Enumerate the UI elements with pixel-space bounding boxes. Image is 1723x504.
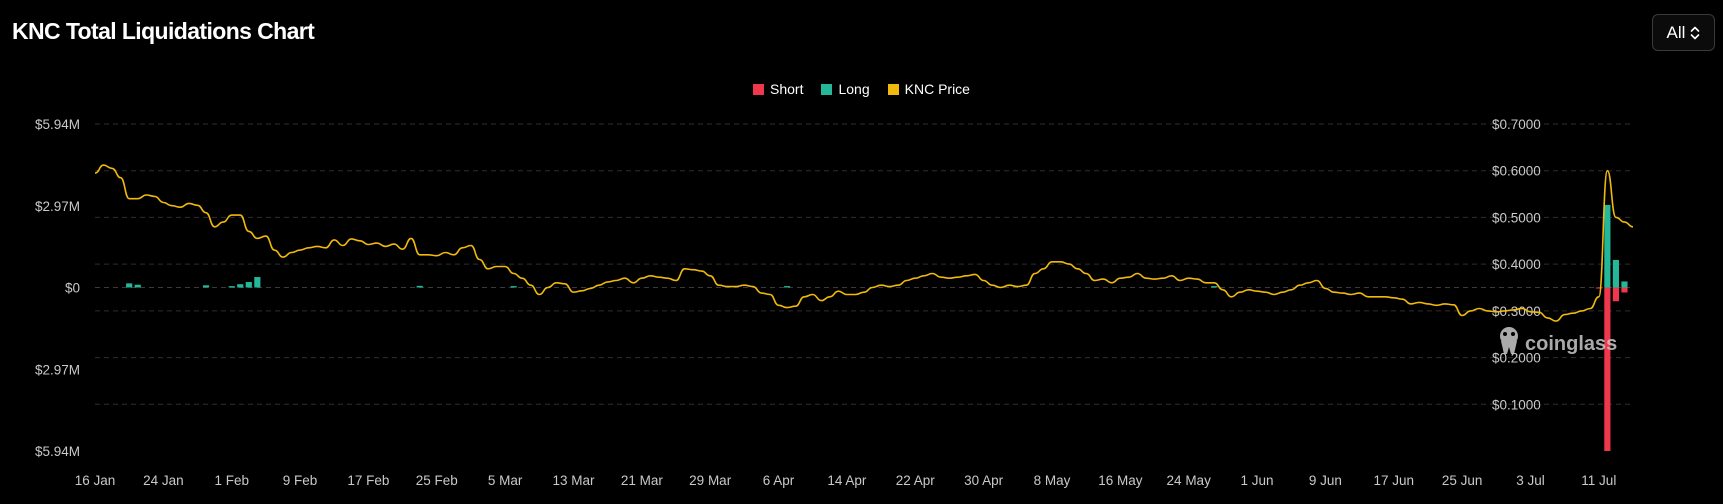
long-bar[interactable] bbox=[1604, 204, 1611, 288]
x-axis-tick: 14 Apr bbox=[827, 473, 867, 488]
chart-grid bbox=[95, 123, 1633, 405]
short-bar[interactable] bbox=[1604, 287, 1611, 452]
watermark-text: coinglass bbox=[1525, 333, 1617, 355]
x-axis-tick: 3 Jul bbox=[1516, 473, 1545, 488]
long-bar[interactable] bbox=[1621, 281, 1628, 288]
x-axis-tick: 6 Apr bbox=[763, 473, 795, 488]
x-axis-tick: 21 Mar bbox=[621, 473, 664, 488]
long-bar[interactable] bbox=[416, 285, 423, 288]
price-line[interactable] bbox=[94, 164, 1634, 322]
long-bar[interactable] bbox=[510, 286, 517, 288]
x-axis-tick: 1 Feb bbox=[214, 473, 249, 488]
x-axis-tick: 5 Mar bbox=[488, 473, 523, 488]
right-axis-tick: $0.5000 bbox=[1492, 210, 1541, 225]
long-bar[interactable] bbox=[228, 286, 235, 288]
left-axis-tick: $0 bbox=[65, 281, 80, 296]
long-bar[interactable] bbox=[1211, 286, 1218, 288]
short-bar[interactable] bbox=[1612, 287, 1619, 302]
x-axis-tick: 29 Mar bbox=[689, 473, 732, 488]
right-axis-tick: $0.1000 bbox=[1492, 397, 1541, 412]
x-axis-tick: 24 Jan bbox=[143, 473, 184, 488]
liquidations-chart[interactable]: $5.94M $2.97M $0 $2.97M $5.94M $0.7000 $0.600… bbox=[0, 0, 1723, 504]
x-axis-tick: 22 Apr bbox=[896, 473, 936, 488]
x-axis-tick: 13 Mar bbox=[552, 473, 595, 488]
left-axis-tick: $2.97M bbox=[35, 199, 80, 214]
long-bar[interactable] bbox=[126, 283, 133, 288]
long-bar[interactable] bbox=[245, 281, 252, 288]
short-bar[interactable] bbox=[1621, 287, 1628, 293]
long-bar[interactable] bbox=[237, 284, 244, 288]
x-axis-tick: 16 May bbox=[1098, 473, 1143, 488]
bar-series bbox=[126, 204, 1628, 452]
x-axis-tick: 1 Jun bbox=[1241, 473, 1274, 488]
x-axis-tick: 11 Jul bbox=[1581, 473, 1616, 488]
x-axis-tick: 30 Apr bbox=[964, 473, 1004, 488]
left-axis-tick: $5.94M bbox=[35, 117, 80, 132]
long-bar[interactable] bbox=[784, 286, 791, 288]
x-axis-tick: 17 Jun bbox=[1373, 473, 1414, 488]
long-bar[interactable] bbox=[254, 277, 261, 288]
right-axis-tick: $0.7000 bbox=[1492, 117, 1541, 132]
long-bar[interactable] bbox=[1612, 259, 1619, 288]
x-axis-tick: 16 Jan bbox=[75, 473, 116, 488]
left-axis-tick: $5.94M bbox=[35, 444, 80, 459]
right-axis: $0.7000$0.6000$0.5000$0.4000$0.3000$0.20… bbox=[1492, 117, 1541, 412]
long-bar[interactable] bbox=[203, 285, 210, 288]
right-axis-tick: $0.4000 bbox=[1492, 257, 1541, 272]
x-axis-tick: 17 Feb bbox=[347, 473, 389, 488]
x-axis-tick: 8 May bbox=[1034, 473, 1071, 488]
x-axis-tick: 9 Feb bbox=[283, 473, 318, 488]
x-axis-tick: 24 May bbox=[1167, 473, 1212, 488]
x-axis: 16 Jan 24 Jan 1 Feb 9 Feb 17 Feb 25 Feb 5 Mar 1… bbox=[75, 473, 1617, 488]
right-axis-tick: $0.6000 bbox=[1492, 164, 1541, 179]
x-axis-tick: 25 Feb bbox=[416, 473, 458, 488]
price-series bbox=[94, 164, 1634, 322]
x-axis-tick: 9 Jun bbox=[1309, 473, 1342, 488]
left-axis-tick: $2.97M bbox=[35, 362, 80, 377]
long-bar[interactable] bbox=[134, 284, 141, 288]
left-axis: $5.94M $2.97M $0 $2.97M $5.94M bbox=[35, 117, 80, 459]
x-axis-tick: 25 Jun bbox=[1442, 473, 1483, 488]
